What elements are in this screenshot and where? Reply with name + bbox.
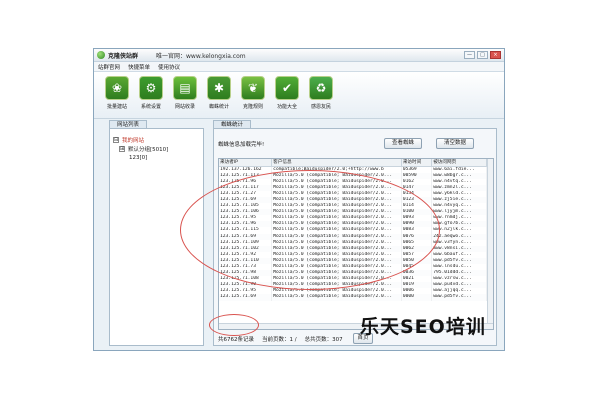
gear-icon: ⚙ — [139, 76, 163, 100]
clear-data-button[interactable]: 清空数据 — [436, 138, 474, 149]
window-controls: — □ × — [464, 51, 501, 59]
folder-check-icon: ✔ — [275, 76, 299, 100]
title-bar: 克隆侠站群 唯一官网：www.kelongxia.com — □ × — [94, 49, 504, 62]
toolbar-button-folder-check[interactable]: ✔ 功能大全 — [272, 76, 302, 110]
table-cell: compatible;Baiduspider/2.0;+http://www.b — [271, 166, 402, 173]
table-row[interactable]: 192.137.126.162 compatible;Baiduspider/2.… — [219, 166, 493, 173]
toolbar-button-gear[interactable]: ⚙ 系统设置 — [136, 76, 166, 110]
table-cell: Mozilla/5.0 (compatible; Baiduspider/2.0… — [271, 239, 402, 246]
site-tree: ⊟ 我的网站 ⊞ 默认分组[5010] 123[0] — [110, 129, 203, 162]
app-window: 克隆侠站群 唯一官网：www.kelongxia.com — □ × 站群官网 … — [93, 48, 505, 351]
toolbar-label: 网站收录 — [174, 104, 195, 110]
toolbar-label: 功能大全 — [276, 104, 297, 110]
table-cell: Mozilla/5.0 (compatible; Baiduspider/2.0… — [271, 227, 402, 234]
toolbar-label: 感恩友民 — [310, 104, 331, 110]
table-cell: www.pd5fv.c... — [431, 294, 487, 301]
recycle-icon: ♻ — [309, 76, 333, 100]
table-cell: Mozilla/5.0 (compatible; Baiduspider/2.0… — [271, 294, 402, 301]
table-cell: 192.137.126.162 — [219, 166, 273, 173]
app-title: 克隆侠站群 — [108, 52, 139, 60]
toolbar-button-plant[interactable]: ❀ 批量建站 — [102, 76, 132, 110]
current-page: 当前页数：1 / — [262, 337, 297, 343]
spider-icon: ✱ — [207, 76, 231, 100]
plant-icon: ❀ — [105, 76, 129, 100]
view-spider-button[interactable]: 查看蜘蛛 — [384, 138, 422, 149]
total-pages: 总共页数：307 — [304, 337, 343, 343]
column-header[interactable]: 被访问网页 — [431, 159, 487, 167]
toolbar-button-leaf[interactable]: ❦ 克隆规则 — [238, 76, 268, 110]
tree-node-label: 我的网站 — [122, 137, 145, 144]
toolbar-button-folder[interactable]: ▤ 网站收录 — [170, 76, 200, 110]
toolbar-label: 系统设置 — [140, 104, 161, 110]
table-cell: Mozilla/5.0 (compatible; Baiduspider/2.0… — [271, 172, 402, 179]
toolbar-button-recycle[interactable]: ♻ 感恩友民 — [306, 76, 336, 110]
table-cell: Mozilla/5.0 (compatible; Baiduspider/2.0… — [271, 245, 402, 252]
load-status-text: 蜘蛛信息加载完毕! — [218, 142, 265, 148]
table-header-row: 来访者IP 客户信息 来访时间 被访问网页 — [219, 159, 493, 167]
watermark-text: 乐天SEO培训 — [360, 316, 486, 338]
tree-toggle-icon[interactable]: ⊟ — [113, 136, 119, 143]
table-cell: www.6ai.fdie... — [431, 166, 487, 173]
menu-item-quick-menu[interactable]: 快捷菜单 — [128, 63, 150, 71]
spider-table: 来访者IP 客户信息 来访时间 被访问网页 192.137.126.162 compat… — [218, 158, 494, 330]
maximize-button[interactable]: □ — [477, 51, 488, 59]
menu-bar: 站群官网 快捷菜单 使用协议 — [94, 62, 504, 72]
leaf-icon: ❦ — [241, 76, 265, 100]
close-button[interactable]: × — [490, 51, 501, 59]
app-logo-icon — [97, 51, 105, 59]
official-site-label: 唯一官网：www.kelongxia.com — [156, 52, 246, 60]
tree-node[interactable]: 123[0] — [113, 153, 203, 162]
table-cell: Mozilla/5.0 (compatible; Baiduspider/2.0… — [271, 178, 402, 185]
table-cell: Mozilla/5.0 (compatible; Baiduspider/2.0… — [271, 184, 402, 191]
table-cell: 05369 — [401, 166, 433, 173]
folder-icon: ▤ — [173, 76, 197, 100]
table-cell: 123.125.71.69 — [219, 294, 273, 301]
column-header[interactable]: 来访时间 — [401, 159, 433, 167]
site-list-panel: ⊟ 我的网站 ⊞ 默认分组[5010] 123[0] — [109, 128, 204, 346]
column-header[interactable]: 来访者IP — [219, 159, 273, 167]
total-records: 共6762条记录 — [218, 337, 254, 343]
toolbar-label: 蜘蛛统计 — [208, 104, 229, 110]
toolbar: ❀ 批量建站 ⚙ 系统设置 ▤ 网站收录 ✱ 蜘蛛统计 ❦ 克隆规则 ✔ 功能大全 ♻ 感恩友民 — [94, 72, 504, 119]
minimize-button[interactable]: — — [464, 51, 475, 59]
toolbar-button-spider[interactable]: ✱ 蜘蛛统计 — [204, 76, 234, 110]
table-cell: Mozilla/5.0 (compatible; Baiduspider/2.0… — [271, 233, 402, 240]
column-header[interactable]: 客户信息 — [271, 159, 402, 167]
pagination-status: 共6762条记录 当前页数：1 / 总共页数：307 — [218, 335, 343, 343]
table-cell: Mozilla/5.0 (compatible; Baiduspider/2.0… — [271, 251, 402, 258]
menu-item-agreement[interactable]: 使用协议 — [158, 63, 180, 71]
toolbar-label: 克隆规则 — [242, 104, 263, 110]
toolbar-label: 批量建站 — [106, 104, 127, 110]
tree-node[interactable]: ⊞ 默认分组[5010] — [113, 144, 203, 153]
tree-node-label: 123[0] — [129, 154, 148, 161]
tree-node[interactable]: ⊟ 我的网站 — [113, 135, 203, 144]
tree-node-label: 默认分组[5010] — [128, 146, 169, 153]
vertical-scrollbar[interactable] — [487, 159, 493, 329]
table-cell: 0000 — [401, 294, 433, 301]
tree-toggle-icon[interactable]: ⊞ — [119, 145, 125, 152]
menu-item-official-site[interactable]: 站群官网 — [98, 63, 120, 71]
table-row[interactable]: 123.125.71.69 Mozilla/5.0 (compatible; Ba… — [219, 294, 493, 301]
